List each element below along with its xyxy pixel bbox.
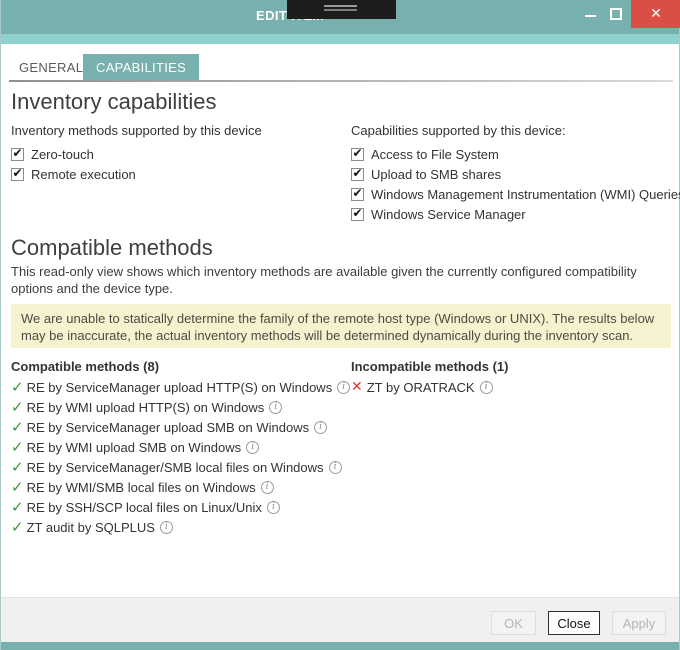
method-label: RE by WMI upload SMB on Windows [27, 440, 242, 455]
checkbox-label: Upload to SMB shares [371, 167, 501, 182]
checkbox[interactable]: ✔ [351, 208, 364, 221]
maximize-icon [610, 8, 622, 20]
checkmark-icon: ✔ [352, 187, 362, 199]
checkmark-icon: ✔ [352, 207, 362, 219]
checkbox-label: Windows Management Instrumentation (WMI)… [371, 187, 680, 202]
compatible-methods-description: This read-only view shows which inventor… [11, 263, 669, 297]
apply-button[interactable]: Apply [612, 611, 666, 635]
compatible-method-row: ✓ RE by SSH/SCP local files on Linux/Uni… [11, 497, 346, 517]
close-button[interactable]: Close [548, 611, 600, 635]
checkbox-row[interactable]: ✔ Access to File System [351, 144, 679, 164]
checkbox-label: Zero-touch [31, 147, 94, 162]
method-label: RE by ServiceManager upload HTTP(S) on W… [27, 380, 333, 395]
checkbox-label: Access to File System [371, 147, 499, 162]
checkmark-icon: ✔ [12, 147, 22, 159]
incompatible-methods-list: ✕ ZT by ORATRACK i [351, 377, 676, 397]
compatible-check-icon: ✓ [11, 400, 24, 415]
compatible-method-row: ✓ RE by WMI upload HTTP(S) on Windows i [11, 397, 346, 417]
info-icon[interactable]: i [314, 421, 327, 434]
info-icon[interactable]: i [480, 381, 493, 394]
info-icon[interactable]: i [269, 401, 282, 414]
checkbox-row[interactable]: ✔ Remote execution [11, 164, 331, 184]
title-bar: EDIT ITEM ✕ [1, 0, 679, 34]
titlebar-accent-strip [1, 34, 679, 44]
maximize-button[interactable] [603, 0, 629, 28]
compatible-method-row: ✓ RE by ServiceManager upload HTTP(S) on… [11, 377, 346, 397]
ok-button[interactable]: OK [491, 611, 536, 635]
incompatible-cross-icon: ✕ [351, 380, 363, 394]
compatible-method-row: ✓ ZT audit by SQLPLUS i [11, 517, 346, 537]
compatible-check-icon: ✓ [11, 480, 24, 495]
compatible-methods-heading: Compatible methods [11, 234, 213, 262]
checkbox-label: Windows Service Manager [371, 207, 526, 222]
compatible-check-icon: ✓ [11, 420, 24, 435]
minimize-icon [585, 15, 596, 17]
dialog-footer: OK Close Apply [1, 597, 679, 642]
incompatible-methods-column: Incompatible methods (1) ✕ ZT by ORATRAC… [351, 357, 676, 397]
checkbox-row[interactable]: ✔ Windows Service Manager [351, 204, 679, 224]
compatible-methods-column: Compatible methods (8) ✓ RE by ServiceMa… [11, 357, 346, 537]
inventory-methods-label: Inventory methods supported by this devi… [11, 123, 262, 138]
info-icon[interactable]: i [160, 521, 173, 534]
compatible-check-icon: ✓ [11, 500, 24, 515]
compatible-method-row: ✓ RE by ServiceManager/SMB local files o… [11, 457, 346, 477]
checkmark-icon: ✔ [352, 167, 362, 179]
method-label: RE by WMI/SMB local files on Windows [27, 480, 256, 495]
checkbox-row[interactable]: ✔ Upload to SMB shares [351, 164, 679, 184]
notch-handle-line [324, 9, 357, 11]
checkmark-icon: ✔ [352, 147, 362, 159]
checkmark-icon: ✔ [12, 167, 22, 179]
checkbox-label: Remote execution [31, 167, 136, 182]
method-label: RE by ServiceManager upload SMB on Windo… [27, 420, 310, 435]
compatible-method-row: ✓ RE by ServiceManager upload SMB on Win… [11, 417, 346, 437]
screen-notch [287, 0, 396, 19]
info-icon[interactable]: i [337, 381, 350, 394]
compatible-check-icon: ✓ [11, 520, 24, 535]
method-label: RE by SSH/SCP local files on Linux/Unix [27, 500, 262, 515]
checkbox[interactable]: ✔ [11, 168, 24, 181]
window-bottom-accent [1, 642, 679, 650]
warning-banner: We are unable to statically determine th… [11, 304, 671, 348]
method-label: RE by ServiceManager/SMB local files on … [27, 460, 324, 475]
checkbox[interactable]: ✔ [351, 168, 364, 181]
info-icon[interactable]: i [267, 501, 280, 514]
compatible-check-icon: ✓ [11, 380, 24, 395]
checkbox-row[interactable]: ✔ Zero-touch [11, 144, 331, 164]
close-icon: ✕ [650, 6, 662, 22]
edit-item-dialog: EDIT ITEM ✕ GENERAL CAPABILITIES Invento… [0, 0, 680, 650]
info-icon[interactable]: i [261, 481, 274, 494]
info-icon[interactable]: i [246, 441, 259, 454]
compatible-check-icon: ✓ [11, 460, 24, 475]
compatible-method-row: ✓ RE by WMI/SMB local files on Windows i [11, 477, 346, 497]
method-label: RE by WMI upload HTTP(S) on Windows [27, 400, 265, 415]
compatible-methods-list: ✓ RE by ServiceManager upload HTTP(S) on… [11, 377, 346, 537]
checkbox[interactable]: ✔ [351, 148, 364, 161]
method-label: ZT by ORATRACK [367, 380, 475, 395]
tab-capabilities[interactable]: CAPABILITIES [83, 54, 199, 81]
compatible-check-icon: ✓ [11, 440, 24, 455]
inventory-capabilities-heading: Inventory capabilities [11, 88, 216, 116]
checkbox[interactable]: ✔ [351, 188, 364, 201]
close-window-button[interactable]: ✕ [631, 0, 680, 28]
minimize-button[interactable] [577, 0, 603, 28]
tab-general[interactable]: GENERAL [19, 54, 83, 81]
checkbox-row[interactable]: ✔ Windows Management Instrumentation (WM… [351, 184, 679, 204]
device-capabilities-label: Capabilities supported by this device: [351, 123, 566, 138]
method-label: ZT audit by SQLPLUS [27, 520, 155, 535]
info-icon[interactable]: i [329, 461, 342, 474]
device-capabilities-checkbox-list: ✔ Access to File System ✔ Upload to SMB … [351, 144, 679, 224]
compatible-methods-count-header: Compatible methods (8) [11, 357, 346, 377]
tab-underline [9, 80, 673, 82]
incompatible-method-row: ✕ ZT by ORATRACK i [351, 377, 676, 397]
incompatible-methods-count-header: Incompatible methods (1) [351, 357, 676, 377]
inventory-methods-checkbox-list: ✔ Zero-touch ✔ Remote execution [11, 144, 331, 184]
notch-handle-line [324, 5, 357, 7]
checkbox[interactable]: ✔ [11, 148, 24, 161]
compatible-method-row: ✓ RE by WMI upload SMB on Windows i [11, 437, 346, 457]
